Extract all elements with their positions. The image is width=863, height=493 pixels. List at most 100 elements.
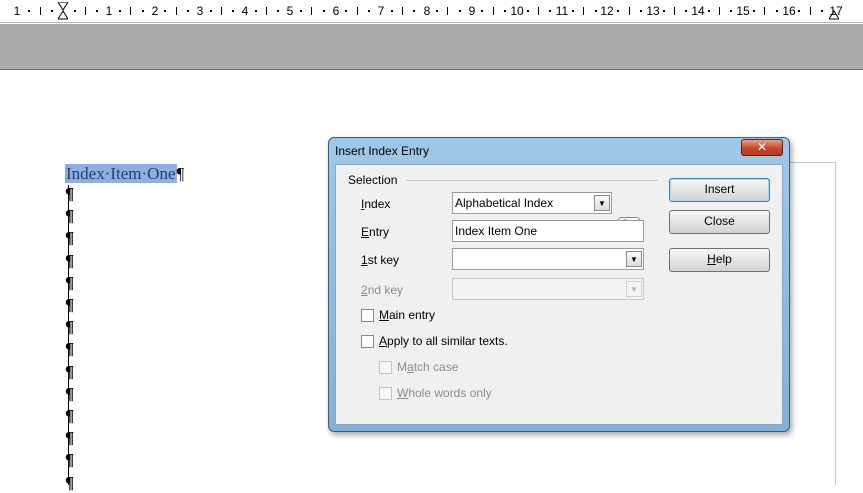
left-indent-marker-icon[interactable] [58,2,68,20]
ruler-dot [775,10,778,12]
chevron-down-icon: ▼ [626,281,642,297]
ruler-dot [730,10,733,12]
ruler-number: 5 [286,4,294,18]
selection-group-label: Selection [348,173,398,187]
apply-all-similar-checkbox[interactable] [361,335,374,348]
chevron-down-icon[interactable]: ▼ [626,251,642,267]
ruler-half-tick [673,7,675,15]
second-key-label: 2nd key [361,283,404,297]
whole-words-label: Whole words only [397,386,492,400]
ruler-half-tick [356,7,358,15]
ruler-half-tick [628,7,630,15]
ruler-dot [322,10,325,12]
ruler-dot [821,10,824,12]
ruler-dot [209,10,212,12]
ruler-dot [662,10,665,12]
ruler-dot [526,10,529,12]
paragraph-mark: ¶ [65,184,75,203]
ruler-number: 13 [646,4,660,18]
ruler-number: 1 [105,4,113,18]
ruler-half-tick [130,7,132,15]
ruler-number: 17 [829,4,843,18]
ruler-dot [50,10,53,12]
ruler-number: 8 [423,4,431,18]
match-case-label: Match case [397,360,459,374]
ruler-dot [571,10,574,12]
ruler-half-tick [402,7,404,15]
ruler-dot [458,10,461,12]
ruler-half-tick [175,7,177,15]
selected-index-text[interactable]: Index·Item·One [65,164,177,183]
ruler-dot [28,10,31,12]
document-text-line[interactable]: Index·Item·One¶ [65,164,184,184]
first-key-combobox[interactable]: ▼ [452,248,644,270]
paragraph-mark: ¶ [65,295,75,314]
ruler-dot [368,10,371,12]
ruler-dot [390,10,393,12]
insert-index-entry-dialog: Insert Index Entry ✕ Selection Index Alp… [328,137,790,432]
ruler-dot [277,10,280,12]
ruler-number: 3 [196,4,204,18]
ruler-half-tick [84,7,86,15]
chevron-down-icon[interactable]: ▼ [594,195,610,211]
ruler-half-tick [220,7,222,15]
whole-words-checkbox [379,387,392,400]
paragraph-mark: ¶ [65,428,75,448]
ruler-dot [617,10,620,12]
entry-input[interactable]: Index Item One [452,220,644,242]
insert-button[interactable]: Insert [669,178,770,202]
ruler-dot [549,10,552,12]
entry-label: Entry [361,225,390,239]
dialog-body: Selection Index Alphabetical Index ▼ Ent… [335,164,783,425]
ruler-dot [594,10,597,12]
ruler-number: 11 [555,4,569,18]
ruler-dot [73,10,76,12]
pilcrow: ¶ [176,164,185,183]
main-entry-label: Main entry [379,308,436,322]
match-case-checkbox [379,361,392,374]
ruler-half-tick [492,7,494,15]
ruler-number: 1 [13,4,21,18]
ruler-number: 9 [468,4,476,18]
index-label-rest: ndex [364,197,391,211]
ruler-number: 15 [736,4,750,18]
horizontal-ruler[interactable]: 1 1 2 3 4 5 6 7 8 9 10 11 12 13 14 15 16… [0,0,863,23]
paragraph-mark: ¶ [65,406,75,425]
index-label: Index [361,197,391,211]
ruler-dot [141,10,144,12]
ruler-dot [753,10,756,12]
paragraph-mark: ¶ [65,206,75,226]
ruler-number: 16 [782,4,796,18]
index-dropdown-value: Alphabetical Index [455,196,554,210]
group-divider [406,180,658,181]
ruler-dot [707,10,710,12]
ruler-dot [96,10,99,12]
index-dropdown[interactable]: Alphabetical Index ▼ [452,192,612,214]
help-button[interactable]: Help [669,248,770,272]
entry-input-value: Index Item One [455,224,538,238]
ruler-half-tick [266,7,268,15]
ruler-half-tick [764,7,766,15]
ruler-dot [164,10,167,12]
ruler-dot [186,10,189,12]
ruler-number: 7 [377,4,385,18]
close-button[interactable]: Close [669,210,770,234]
ruler-dot [436,10,439,12]
ruler-number: 12 [600,4,614,18]
dialog-close-icon[interactable]: ✕ [741,139,783,156]
ruler-dot [481,10,484,12]
ruler-dot [798,10,801,12]
ruler-number: 14 [691,4,705,18]
ruler-dot [685,10,688,12]
ruler-half-tick [719,7,721,15]
main-entry-checkbox[interactable] [361,309,374,322]
paragraph-mark: ¶ [65,450,75,470]
ruler-half-tick [39,7,41,15]
ruler-number: 6 [332,4,340,18]
ruler-dot [118,10,121,12]
apply-all-similar-label: Apply to all similar texts. [379,334,508,348]
ruler-dot [254,10,257,12]
page-border-right [835,162,836,485]
ruler-dot [300,10,303,12]
dialog-title: Insert Index Entry [335,144,430,158]
